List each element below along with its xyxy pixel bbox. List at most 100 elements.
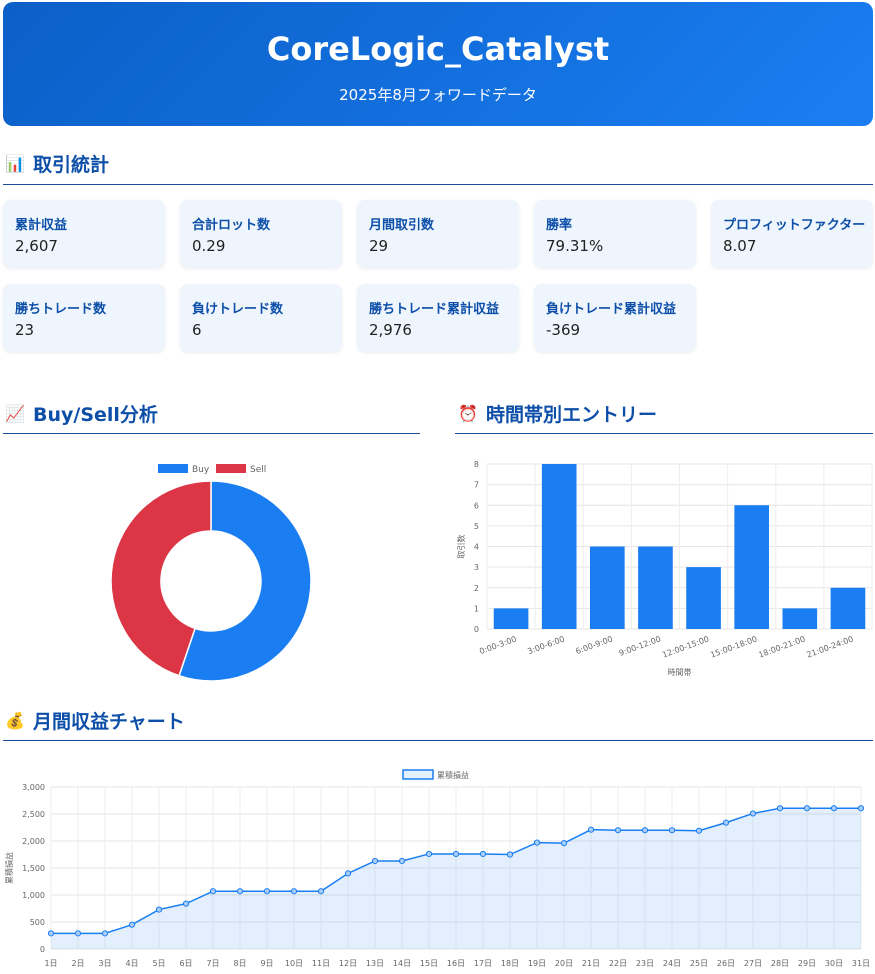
x-tick-label: 31日 — [852, 959, 870, 968]
stat-value: 8.07 — [723, 237, 757, 255]
data-point — [74, 930, 82, 937]
y-tick-label: 6 — [474, 501, 479, 510]
data-point — [155, 906, 163, 913]
data-point — [857, 805, 865, 812]
alarm-clock-icon: ⏰ — [458, 403, 478, 423]
stats-heading: 取引統計 — [33, 154, 110, 176]
y-tick-label: 3 — [474, 563, 479, 572]
bar-6:00-9:00 — [589, 546, 625, 629]
x-tick-label: 13日 — [366, 959, 384, 968]
x-tick-label: 1日 — [44, 959, 57, 968]
x-tick-label: 29日 — [798, 959, 816, 968]
x-axis-label: 時間帯 — [668, 667, 692, 677]
stat-card: 勝ちトレード数 23 — [3, 284, 165, 352]
x-tick-label: 25日 — [690, 959, 708, 968]
stat-value: 2,976 — [369, 321, 412, 339]
monthly-section-title: 💰 月間収益チャート — [5, 707, 185, 734]
data-point — [344, 870, 352, 877]
stat-card: 合計ロット数 0.29 — [180, 200, 342, 268]
x-tick-label: 11日 — [312, 959, 330, 968]
stat-label: 勝ちトレード累計収益 — [369, 302, 500, 317]
stat-label: プロフィットファクター — [723, 218, 866, 233]
legend-label-cumulative: 累積損益 — [437, 770, 469, 780]
data-point — [263, 888, 271, 895]
x-tick-label: 5日 — [152, 959, 165, 968]
page-title: CoreLogic_Catalyst — [266, 30, 610, 68]
page-subtitle: 2025年8月フォワードデータ — [339, 86, 537, 104]
data-point — [182, 900, 190, 907]
data-point — [371, 857, 379, 865]
stat-value: -369 — [546, 321, 581, 339]
x-tick-label: 17日 — [474, 959, 492, 968]
monthly-heading: 月間収益チャート — [33, 711, 185, 733]
y-tick-label: 0 — [474, 625, 479, 634]
x-tick-label: 0:00-3:00 — [478, 634, 518, 656]
x-tick-label: 9:00-12:00 — [618, 634, 662, 657]
bar-3:00-6:00 — [541, 464, 577, 629]
y-tick-label: 1,500 — [22, 864, 45, 873]
stat-label: 月間取引数 — [369, 218, 435, 233]
stat-value: 79.31% — [546, 237, 604, 255]
money-bag-icon: 💰 — [5, 710, 25, 730]
legend-swatch-sell — [216, 464, 246, 473]
x-tick-label: 24日 — [663, 959, 681, 968]
x-tick-label: 10日 — [285, 959, 303, 968]
legend-label-sell: Sell — [250, 465, 266, 475]
data-point — [290, 888, 298, 895]
data-point — [47, 930, 55, 937]
data-point — [506, 851, 514, 858]
data-point — [560, 840, 568, 847]
y-tick-label: 1,000 — [22, 891, 45, 900]
legend-swatch-cumulative — [402, 769, 434, 780]
stat-card: 累計収益 2,607 — [3, 200, 165, 268]
trend-chart-icon: 📈 — [5, 403, 25, 423]
y-tick-label: 4 — [474, 543, 479, 552]
x-tick-label: 6日 — [179, 959, 192, 968]
stat-card: 勝率 79.31% — [534, 200, 696, 268]
data-point — [425, 850, 433, 858]
y-axis-label: 累積損益 — [4, 852, 14, 884]
y-tick-label: 500 — [30, 918, 45, 927]
x-tick-label: 9日 — [260, 959, 273, 968]
x-tick-label: 19日 — [528, 959, 546, 968]
stat-label: 勝ちトレード数 — [15, 302, 107, 317]
stat-value: 6 — [192, 321, 202, 339]
time-entry-bar-chart: 0 1 2 3 4 5 6 7 8 0:00-3:00 3:00-6:00 6:00-9:00 9:00… — [456, 460, 873, 677]
data-point — [695, 827, 703, 834]
x-tick-label: 20日 — [555, 959, 573, 968]
data-point — [749, 810, 757, 817]
buysell-divider — [3, 433, 420, 434]
time-heading: 時間帯別エントリー — [486, 404, 658, 426]
data-point — [722, 819, 730, 826]
x-tick-label: 15:00-18:00 — [709, 634, 758, 659]
bar-21:00-24:00 — [830, 587, 866, 629]
x-tick-label: 4日 — [125, 959, 138, 968]
x-tick-label: 30日 — [825, 959, 843, 968]
x-tick-label: 15日 — [420, 959, 438, 968]
bar-18:00-21:00 — [782, 608, 818, 629]
data-point — [641, 827, 649, 834]
stat-label: 合計ロット数 — [192, 218, 271, 233]
stat-value: 2,607 — [15, 237, 58, 255]
stat-card: 勝ちトレード累計収益 2,976 — [357, 284, 519, 352]
y-tick-label: 7 — [474, 481, 479, 490]
data-point — [317, 888, 325, 895]
buysell-section-title: 📈 Buy/Sell分析 — [5, 400, 158, 427]
stats-divider — [3, 184, 873, 185]
stat-card: 負けトレード累計収益 -369 — [534, 284, 696, 352]
y-axis-label: 取引数 — [456, 535, 466, 559]
stat-label: 勝率 — [546, 218, 573, 233]
bar-chart-icon: 📊 — [5, 153, 25, 173]
data-point — [533, 839, 541, 846]
stat-value: 0.29 — [192, 237, 226, 255]
x-tick-label: 3:00-6:00 — [526, 634, 566, 656]
x-tick-label: 21:00-24:00 — [805, 634, 854, 659]
stat-label: 負けトレード数 — [192, 302, 284, 317]
stat-label: 負けトレード累計収益 — [546, 302, 677, 317]
x-tick-label: 26日 — [717, 959, 735, 968]
y-tick-label: 1 — [474, 604, 479, 613]
buy-sell-doughnut-chart: Buy Sell — [110, 464, 312, 682]
data-point — [479, 850, 487, 858]
x-tick-label: 18日 — [501, 959, 519, 968]
stat-value: 29 — [369, 237, 389, 255]
